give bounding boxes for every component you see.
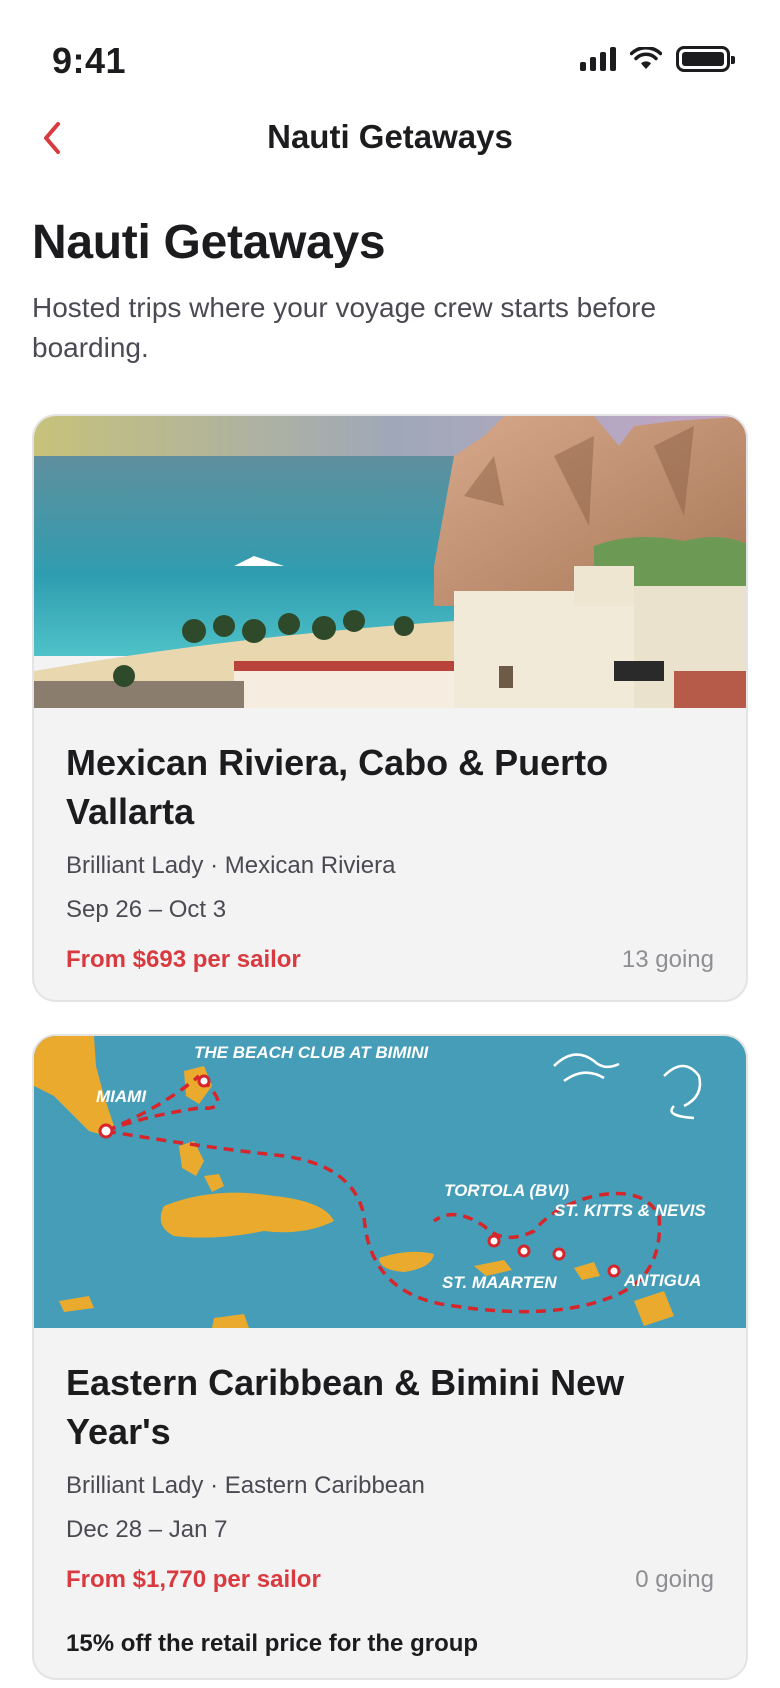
signal-icon <box>580 47 616 71</box>
status-time: 9:41 <box>52 40 127 81</box>
trip-title: Mexican Riviera, Cabo & Puerto Vallarta <box>66 742 609 832</box>
page-title: Nauti Getaways <box>32 216 386 269</box>
going-count: 13 going <box>621 946 714 973</box>
trip-image-cabo <box>34 416 746 708</box>
status-bar: 9:41 <box>0 0 780 110</box>
trip-ship-region: Brilliant Lady · Mexican Riviera <box>66 852 396 879</box>
map-label-tortola: TORTOLA (BVI) <box>444 1181 569 1200</box>
nav-bar: Nauti Getaways <box>0 110 780 170</box>
map-label-miami: MIAMI <box>96 1087 147 1106</box>
status-icons <box>580 46 735 72</box>
trip-map-caribbean: THE BEACH CLUB AT BIMINI MIAMI TORTOLA (… <box>34 1036 746 1328</box>
trip-dates: Dec 28 – Jan 7 <box>66 1516 228 1543</box>
trip-price: From $1,770 per sailor <box>66 1566 321 1593</box>
trip-price: From $693 per sailor <box>66 946 301 973</box>
nav-title: Nauti Getaways <box>267 118 513 155</box>
page-subtitle: Hosted trips where your voyage crew star… <box>32 292 657 363</box>
wifi-icon <box>630 47 662 69</box>
map-label-antigua: ANTIGUA <box>623 1271 701 1290</box>
battery-icon <box>676 46 735 72</box>
map-label-beach-club: THE BEACH CLUB AT BIMINI <box>194 1043 429 1062</box>
trip-ship-region: Brilliant Lady · Eastern Caribbean <box>66 1472 425 1499</box>
group-discount: 15% off the retail price for the group <box>66 1630 479 1657</box>
trip-dates: Sep 26 – Oct 3 <box>66 896 227 923</box>
trip-card-mexican-riviera[interactable]: Mexican Riviera, Cabo & Puerto Vallarta … <box>32 414 748 1002</box>
map-label-st-maarten: ST. MAARTEN <box>442 1273 557 1292</box>
price-row: From $693 per sailor 13 going <box>66 946 714 974</box>
map-label-st-kitts: ST. KITTS & NEVIS <box>554 1201 706 1220</box>
going-count: 0 going <box>635 1566 714 1593</box>
price-row: From $1,770 per sailor 0 going <box>66 1566 714 1594</box>
trip-card-eastern-caribbean[interactable]: THE BEACH CLUB AT BIMINI MIAMI TORTOLA (… <box>32 1034 748 1680</box>
trip-title: Eastern Caribbean & Bimini New Year's <box>66 1362 625 1452</box>
